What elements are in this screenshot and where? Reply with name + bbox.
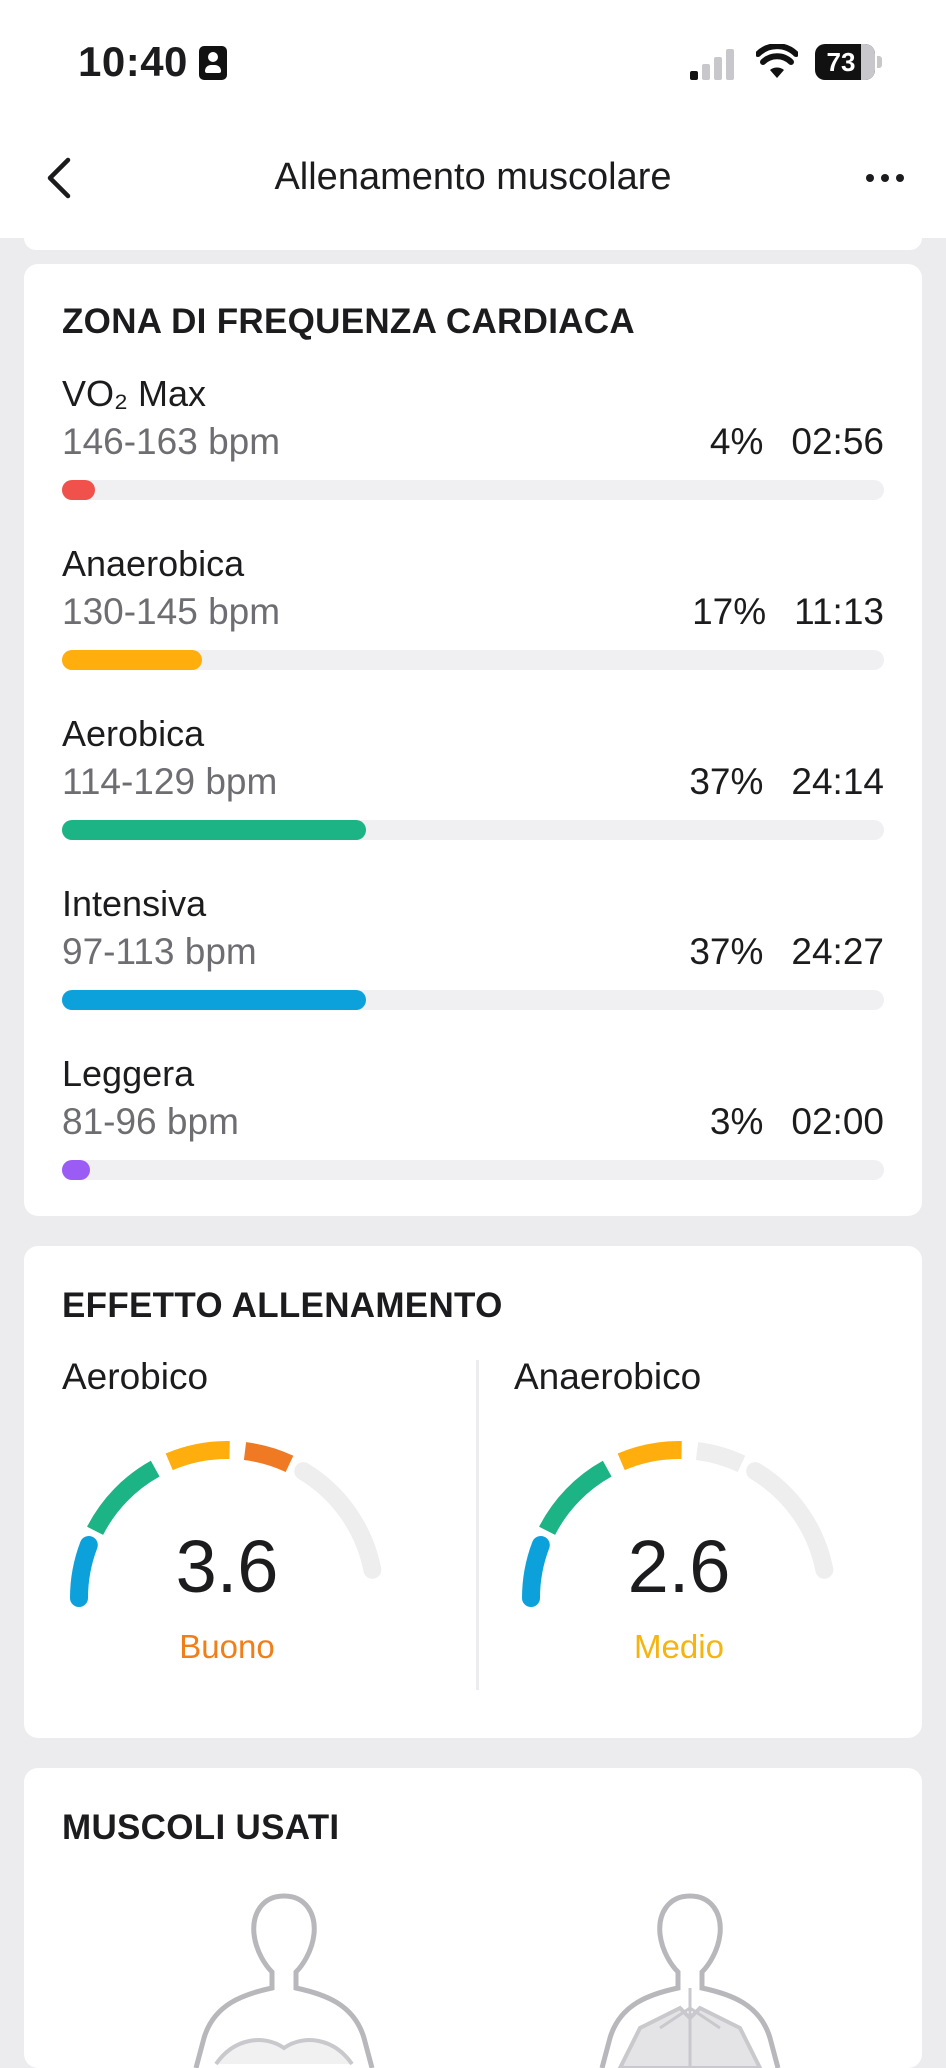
zone-duration: 24:14 (791, 761, 884, 802)
gauge-segment (695, 1442, 746, 1473)
heart-rate-zones-card: ZONA DI FREQUENZA CARDIACA VO₂ Max 146-1… (24, 264, 922, 1216)
focus-mode-icon (199, 46, 227, 80)
back-button[interactable] (36, 150, 80, 206)
zone-progress-track (62, 480, 884, 500)
zone-range: 130-145 bpm (62, 591, 281, 632)
wifi-icon (756, 44, 798, 78)
zone-progress-track (62, 820, 884, 840)
zone-name: Leggera (62, 1053, 195, 1094)
dot-icon (866, 174, 874, 182)
gauge-segment (243, 1442, 294, 1473)
zone-duration: 24:27 (791, 931, 884, 972)
zone-name: VO₂ Max (62, 373, 206, 414)
zone-row: Leggera 81-96 bpm 3% 02:00 (62, 1052, 884, 1212)
anaerobic-rating: Medio (634, 1628, 724, 1665)
anaerobic-effect: Anaerobico 2.6 Medio (514, 1356, 934, 1696)
gauge-segment (539, 1460, 612, 1536)
muscles-used-title: MUSCOLI USATI (62, 1808, 340, 1847)
gauge-segment (165, 1440, 230, 1471)
battery-level: 73 (826, 47, 856, 77)
muscles-used-card: MUSCOLI USATI (24, 1768, 922, 2068)
zone-percent: 37% (689, 761, 764, 802)
body-back-figure (599, 1893, 781, 2068)
zone-row: VO₂ Max 146-163 bpm 4% 02:56 (62, 372, 884, 532)
zone-progress-fill (62, 990, 366, 1010)
status-bar: 10:40 73 (0, 0, 946, 120)
zone-name: Intensiva (62, 883, 207, 924)
zone-stats: 37% 24:27 (689, 930, 884, 974)
dot-icon (881, 174, 889, 182)
zone-range: 114-129 bpm (62, 761, 278, 802)
zone-row: Intensiva 97-113 bpm 37% 24:27 (62, 882, 884, 1042)
zone-progress-track (62, 1160, 884, 1180)
zone-progress-track (62, 990, 884, 1010)
battery-icon: 73 (815, 44, 883, 80)
zone-duration: 02:56 (791, 421, 884, 462)
zone-row: Anaerobica 130-145 bpm 17% 11:13 (62, 542, 884, 702)
nav-bar: Allenamento muscolare (0, 120, 946, 238)
heart-rate-zones-title: ZONA DI FREQUENZA CARDIACA (62, 302, 635, 341)
zone-stats: 4% 02:56 (710, 420, 884, 464)
aerobic-rating: Buono (179, 1628, 275, 1665)
gauge-segment (87, 1460, 160, 1536)
zone-progress-fill (62, 650, 202, 670)
training-effect-title: EFFETTO ALLENAMENTO (62, 1286, 503, 1325)
zone-percent: 3% (709, 1101, 764, 1142)
anaerobic-label: Anaerobico (514, 1356, 702, 1397)
page-title: Allenamento muscolare (274, 156, 672, 198)
zone-progress-fill (62, 820, 366, 840)
zone-name: Anaerobica (62, 543, 245, 584)
zone-percent: 37% (689, 931, 764, 972)
zone-duration: 02:00 (791, 1101, 884, 1142)
aerobic-label: Aerobico (62, 1356, 209, 1397)
zone-range: 81-96 bpm (62, 1101, 239, 1142)
aerobic-effect: Aerobico 3.6 Buono (62, 1356, 482, 1696)
column-divider (476, 1360, 479, 1690)
zone-stats: 17% 11:13 (692, 590, 884, 634)
cellular-signal-icon (690, 48, 738, 80)
zone-name: Aerobica (62, 713, 205, 754)
body-front-figure (193, 1893, 375, 2068)
gauge-segment (617, 1440, 682, 1471)
aerobic-value: 3.6 (175, 1525, 279, 1608)
zone-progress-fill (62, 1160, 90, 1180)
zone-stats: 3% 02:00 (710, 1100, 884, 1144)
dot-icon (896, 174, 904, 182)
zone-stats: 37% 24:14 (689, 760, 884, 804)
zone-row: Aerobica 114-129 bpm 37% 24:14 (62, 712, 884, 872)
zone-range: 146-163 bpm (62, 421, 281, 462)
anaerobic-value: 2.6 (627, 1525, 731, 1608)
previous-card (24, 238, 922, 250)
zone-range: 97-113 bpm (62, 931, 257, 972)
zone-percent: 4% (709, 421, 764, 462)
zone-progress-fill (62, 480, 95, 500)
status-time: 10:40 (78, 38, 188, 85)
zone-percent: 17% (692, 591, 767, 632)
zone-progress-track (62, 650, 884, 670)
more-options-button[interactable] (860, 158, 910, 198)
training-effect-card: EFFETTO ALLENAMENTO Aerobico 3.6 Buono A… (24, 1246, 922, 1738)
zone-duration: 11:13 (794, 591, 884, 632)
